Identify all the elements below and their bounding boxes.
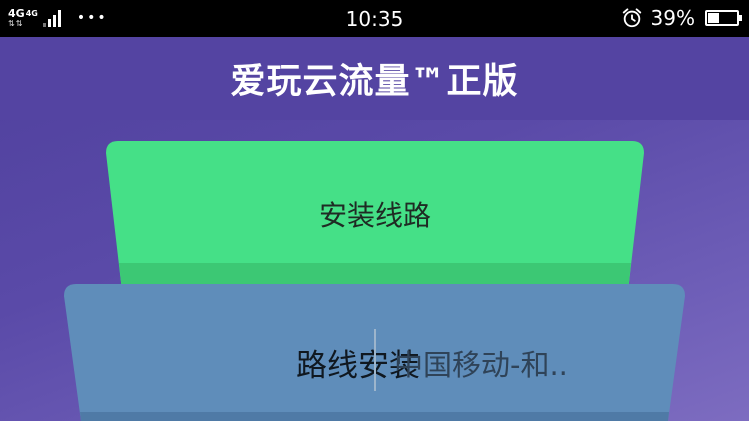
- route-card: 路线安装 中国移动-和..: [64, 284, 685, 421]
- install-route-button[interactable]: 安装线路: [106, 141, 644, 291]
- route-select[interactable]: 中国移动-和..: [394, 342, 568, 384]
- alarm-clock-icon: [622, 8, 641, 28]
- battery-icon: [705, 10, 742, 26]
- battery-level-fill: [708, 13, 719, 23]
- route-divider: [374, 329, 376, 391]
- status-right-group: 39%: [621, 6, 742, 30]
- app-header: 爱玩云流量™正版: [0, 37, 749, 120]
- install-route-section: 安装线路: [106, 141, 644, 291]
- status-bar: 4G 4G ⇅⇅ ••• 10:35 39%: [0, 0, 749, 37]
- battery-percentage: 39%: [650, 6, 695, 30]
- page-title: 爱玩云流量™正版: [230, 62, 519, 102]
- install-route-button-label: 安装线路: [318, 199, 431, 232]
